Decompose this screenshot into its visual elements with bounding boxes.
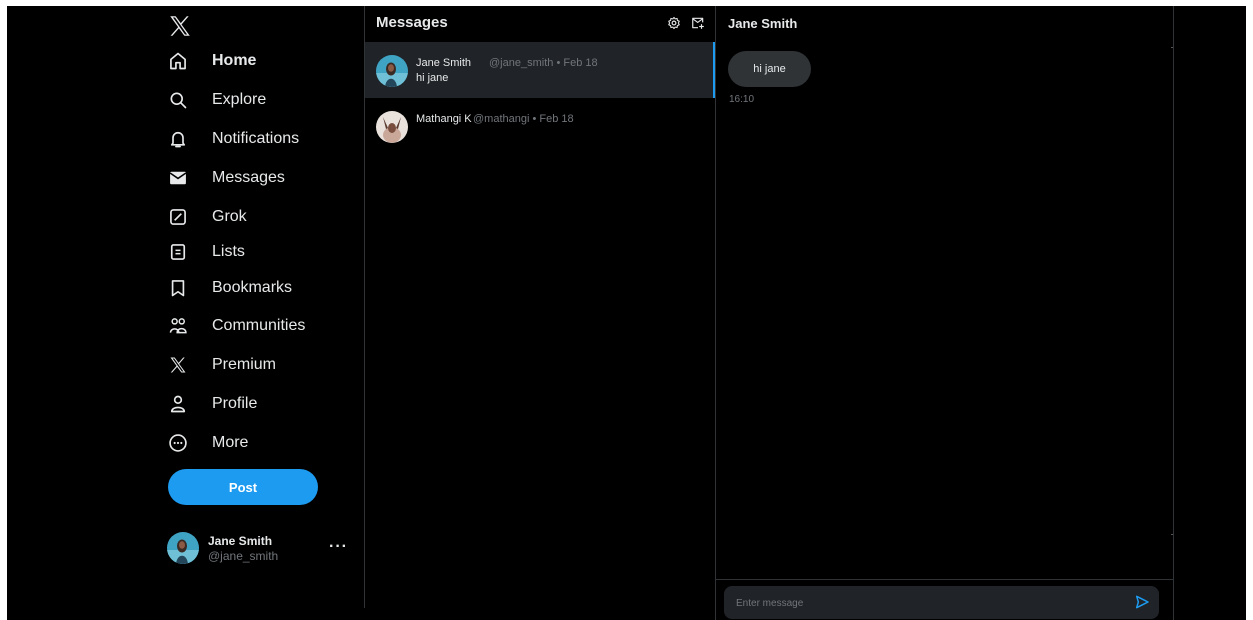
avatar [376,111,408,143]
conversation-preview: hi jane [416,72,449,84]
gear-icon[interactable] [667,16,681,30]
bookmark-icon [165,275,191,301]
sidebar-item-more[interactable]: More [165,428,248,458]
app-window: Home Explore Notifications Messages Grok [7,6,1246,620]
conversation-meta: @jane_smith • Feb 18 [489,57,598,69]
communities-icon [165,313,191,339]
chat-panel: Jane Smith hi jane 16:10 [716,6,1174,620]
divider [716,579,1173,580]
sidebar-item-premium[interactable]: Premium [165,350,276,380]
post-button[interactable]: Post [168,469,318,505]
sidebar-nav: Home Explore Notifications Messages Grok [7,6,365,608]
avatar [376,55,408,87]
sidebar-item-bookmarks[interactable]: Bookmarks [165,273,292,303]
account-handle: @jane_smith [208,549,279,563]
x-logo-icon [165,352,191,378]
sidebar-item-notifications[interactable]: Notifications [165,124,299,154]
more-dots-icon[interactable]: ··· [329,538,348,556]
home-icon [165,48,191,74]
conversation-date: Feb 18 [539,113,574,125]
new-message-icon[interactable] [691,16,705,30]
chat-title: Jane Smith [728,16,798,31]
conversation-date: Feb 18 [563,57,598,69]
conversation-meta: @mathangi • Feb 18 [473,113,574,125]
sidebar-item-communities[interactable]: Communities [165,311,305,341]
sidebar-item-label: Bookmarks [212,279,293,296]
message-bubble: hi jane [728,51,811,87]
messages-panel: Messages Jane Smith @jane_smith • Feb 18… [365,6,716,620]
send-icon[interactable] [1134,594,1150,610]
conversation-handle: @mathangi [473,113,530,125]
sidebar-item-lists[interactable]: Lists [165,237,245,267]
list-icon [165,239,191,265]
grok-icon [165,204,191,230]
conversation-item-mathangi-k[interactable]: Mathangi K @mathangi • Feb 18 [365,98,715,154]
sidebar-item-label: Communities [212,317,306,334]
sidebar-item-label: Notifications [212,130,300,147]
sidebar-item-home[interactable]: Home [165,46,256,76]
sidebar-item-explore[interactable]: Explore [165,85,266,115]
sidebar-item-messages[interactable]: Messages [165,163,285,193]
more-circle-icon [165,430,191,456]
sidebar-item-profile[interactable]: Profile [165,389,257,419]
sidebar-item-label: Lists [212,243,245,260]
x-logo-icon[interactable] [167,13,193,39]
page-title: Messages [376,14,448,31]
sidebar-item-label: Grok [212,208,247,225]
avatar [167,532,199,564]
account-name: Jane Smith [208,534,273,548]
conversation-name: Mathangi K [416,113,472,125]
scrollbar-top[interactable] [1171,47,1173,48]
conversation-item-jane-smith[interactable]: Jane Smith @jane_smith • Feb 18 hi jane [365,42,715,98]
bell-icon [165,126,191,152]
message-timestamp: 16:10 [729,94,755,105]
person-icon [165,391,191,417]
conversation-name: Jane Smith [416,57,472,69]
conversation-handle: @jane_smith [489,57,554,69]
sidebar-item-label: Messages [212,169,285,186]
sidebar-item-grok[interactable]: Grok [165,202,247,232]
account-switcher[interactable]: Jane Smith @jane_smith ··· [167,530,357,566]
sidebar-item-label: Home [212,52,257,69]
sidebar-item-label: Premium [212,356,277,373]
scrollbar-bottom[interactable] [1171,534,1173,535]
message-composer [724,586,1159,620]
message-input[interactable] [734,586,1118,620]
search-icon [165,87,191,113]
envelope-icon [165,165,191,191]
sidebar-item-label: Explore [212,91,267,108]
sidebar-item-label: Profile [212,395,258,412]
sidebar-item-label: More [212,434,249,451]
